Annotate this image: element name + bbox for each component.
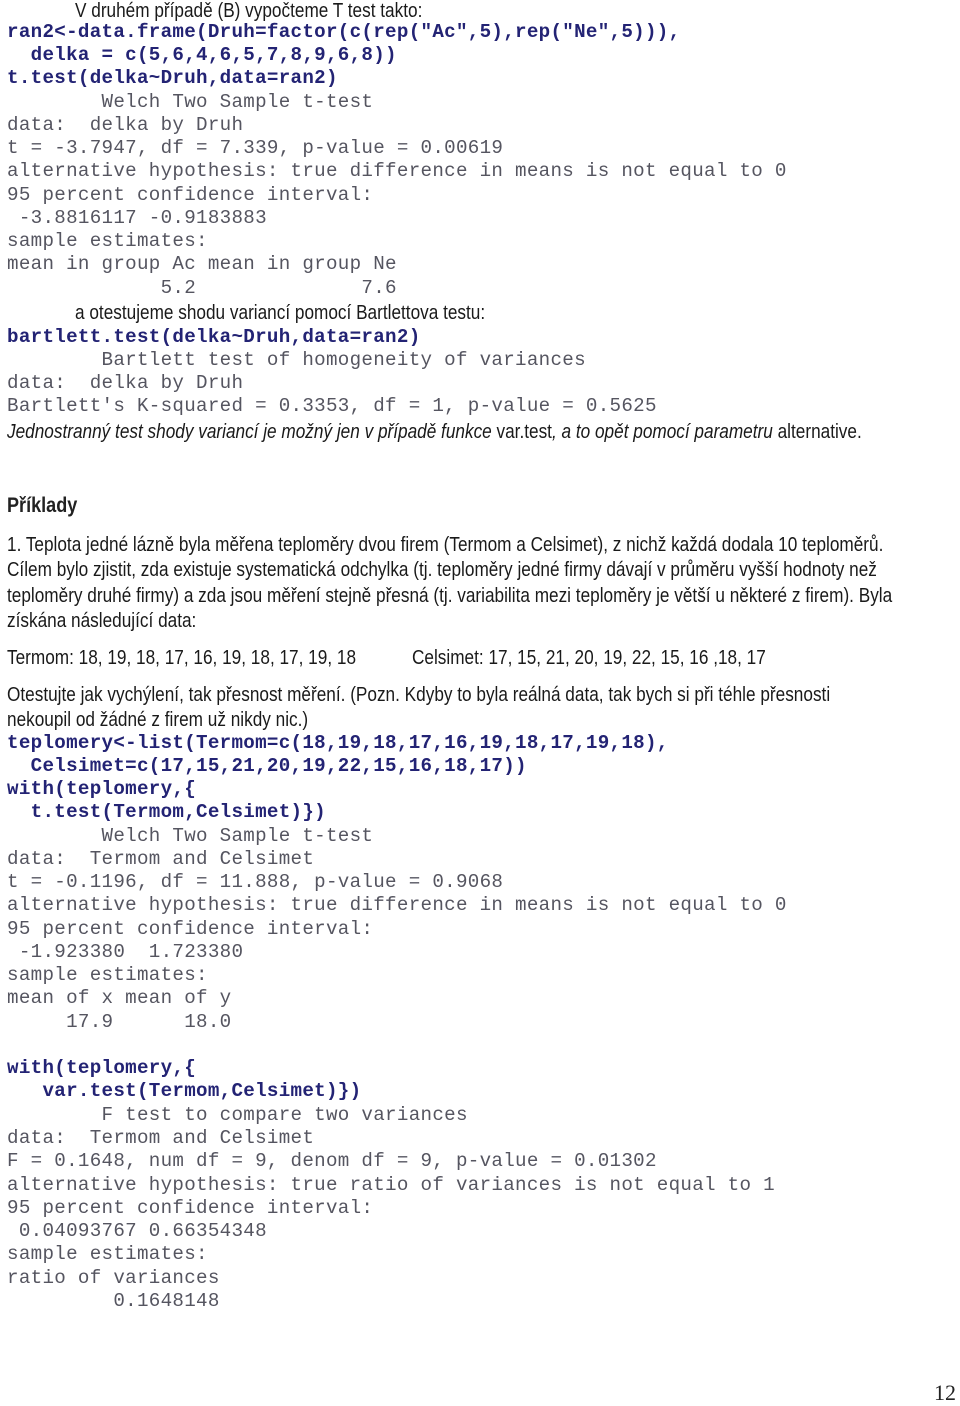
- page-number: 12: [934, 1380, 956, 1405]
- data-celsimet: Celsimet: 17, 15, 21, 20, 19, 22, 15, 16…: [412, 647, 766, 669]
- output-line: data: delka by Druh: [7, 372, 244, 394]
- output-line: Bartlett's K-squared = 0.3353, df = 1, p…: [7, 395, 657, 417]
- output-line: data: delka by Druh: [7, 114, 244, 136]
- output-line: 95 percent confidence interval:: [7, 1197, 374, 1219]
- note-code-term: alternative.: [777, 421, 862, 443]
- output-line: alternative hypothesis: true ratio of va…: [7, 1174, 775, 1196]
- output-line: Welch Two Sample t-test: [7, 91, 374, 113]
- output-line: -3.8816117 -0.9183883: [7, 207, 267, 229]
- code-line: teplomery<-list(Termom=c(18,19,18,17,16,…: [7, 732, 669, 754]
- code-line: delka = c(5,6,4,6,5,7,8,9,6,8)): [7, 44, 397, 66]
- task-line: získána následující data:: [7, 610, 197, 632]
- note-text: , a to opět pomocí parametru: [551, 421, 778, 443]
- output-line: sample estimates:: [7, 230, 208, 252]
- code-line: Celsimet=c(17,15,21,20,19,22,15,16,18,17…: [7, 755, 527, 777]
- output-line: alternative hypothesis: true difference …: [7, 160, 787, 182]
- output-line: t = -0.1196, df = 11.888, p-value = 0.90…: [7, 871, 504, 893]
- section1-intro: V druhém případě (B) vypočteme T test ta…: [75, 0, 423, 22]
- output-line: mean of x mean of y: [7, 987, 232, 1009]
- code-line: var.test(Termom,Celsimet)}): [7, 1080, 362, 1102]
- code-line: t.test(Termom,Celsimet)}): [7, 801, 326, 823]
- output-line: 0.04093767 0.66354348: [7, 1220, 267, 1242]
- code-line: with(teplomery,{: [7, 778, 197, 800]
- output-line: mean in group Ac mean in group Ne: [7, 253, 397, 275]
- note-code-term: var.test: [496, 421, 552, 443]
- output-line: Bartlett test of homogeneity of variance…: [7, 349, 586, 371]
- note-text: Jednostranný test shody variancí je možn…: [7, 421, 497, 443]
- code-line: t.test(delka~Druh,data=ran2): [7, 67, 338, 89]
- code-line: with(teplomery,{: [7, 1057, 197, 1079]
- output-line: -1.923380 1.723380: [7, 941, 244, 963]
- output-line: 0.1648148: [7, 1290, 220, 1312]
- output-line: alternative hypothesis: true difference …: [7, 894, 787, 916]
- output-line: data: Termom and Celsimet: [7, 1127, 315, 1149]
- instruction-line: Otestujte jak vychýlení, tak přesnost mě…: [7, 684, 831, 706]
- output-line: t = -3.7947, df = 7.339, p-value = 0.006…: [7, 137, 504, 159]
- output-line: sample estimates:: [7, 964, 208, 986]
- output-line: F test to compare two variances: [7, 1104, 468, 1126]
- task-line: 1. Teplota jedné lázně byla měřena teplo…: [7, 534, 884, 556]
- code-line: bartlett.test(delka~Druh,data=ran2): [7, 326, 421, 348]
- task-line: teploměry druhé firmy) a zda jsou měření…: [7, 585, 893, 607]
- output-line: sample estimates:: [7, 1243, 208, 1265]
- examples-heading: Příklady: [7, 494, 78, 517]
- code-line: ran2<-data.frame(Druh=factor(c(rep("Ac",…: [7, 21, 681, 43]
- one-sided-test-note: Jednostranný test shody variancí je možn…: [7, 420, 862, 444]
- output-line: 95 percent confidence interval:: [7, 184, 374, 206]
- task-line: Cílem bylo zjistit, zda existuje systema…: [7, 559, 877, 581]
- section2-intro: a otestujeme shodu variancí pomocí Bartl…: [75, 302, 486, 324]
- output-line: 5.2 7.6: [7, 277, 397, 299]
- output-line: 95 percent confidence interval:: [7, 918, 374, 940]
- output-line: ratio of variances: [7, 1267, 220, 1289]
- document-page: V druhém případě (B) vypočteme T test ta…: [0, 0, 960, 1405]
- output-line: F = 0.1648, num df = 9, denom df = 9, p-…: [7, 1150, 657, 1172]
- data-termom: Termom: 18, 19, 18, 17, 16, 19, 18, 17, …: [7, 647, 357, 669]
- output-line: data: Termom and Celsimet: [7, 848, 315, 870]
- instruction-line: nekoupil od žádné z firem už nikdy nic.): [7, 709, 309, 731]
- output-line: Welch Two Sample t-test: [7, 825, 374, 847]
- output-line: 17.9 18.0: [7, 1011, 232, 1033]
